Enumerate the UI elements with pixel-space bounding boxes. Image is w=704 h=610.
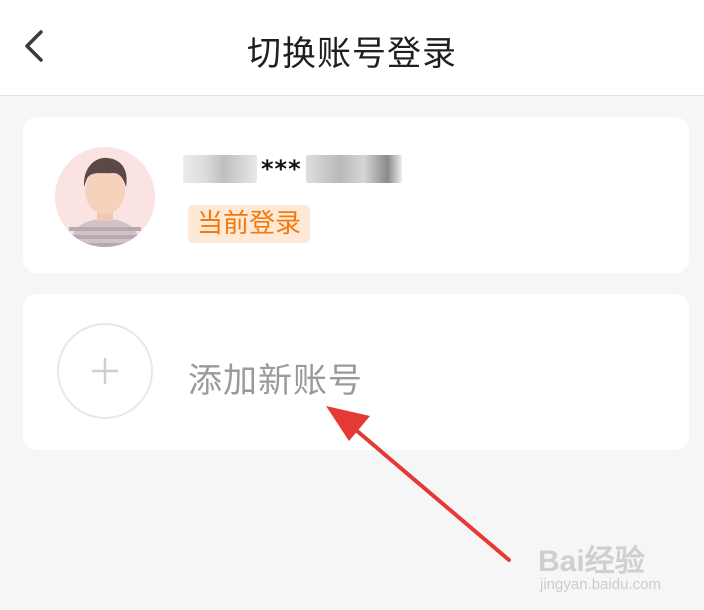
blurred-text-left [183,155,257,183]
add-account-label[interactable]: 添加新账号 [188,353,363,402]
watermark-brand: Bai经验 [538,545,645,578]
watermark-url: jingyan.baidu.com [540,576,661,593]
switch-account-screen: 切换账号登录 *** 当前登录 添加新账号 Bai经验 jingyan.baid… [0,0,704,610]
add-account-button[interactable] [57,323,153,419]
blurred-text-right [305,155,402,183]
add-account-card[interactable]: 添加新账号 [23,294,689,450]
avatar [55,147,155,247]
plus-icon [91,357,119,385]
account-name-masked: *** [183,151,402,187]
status-badge: 当前登录 [188,205,311,243]
top-bar: 切换账号登录 [0,0,704,96]
watermark: Bai经验 jingyan.baidu.com [538,532,698,604]
avatar-male-icon [55,147,155,247]
page-title: 切换账号登录 [247,34,457,74]
current-account-card[interactable]: *** 当前登录 [23,117,689,273]
masked-stars: *** [261,155,302,183]
